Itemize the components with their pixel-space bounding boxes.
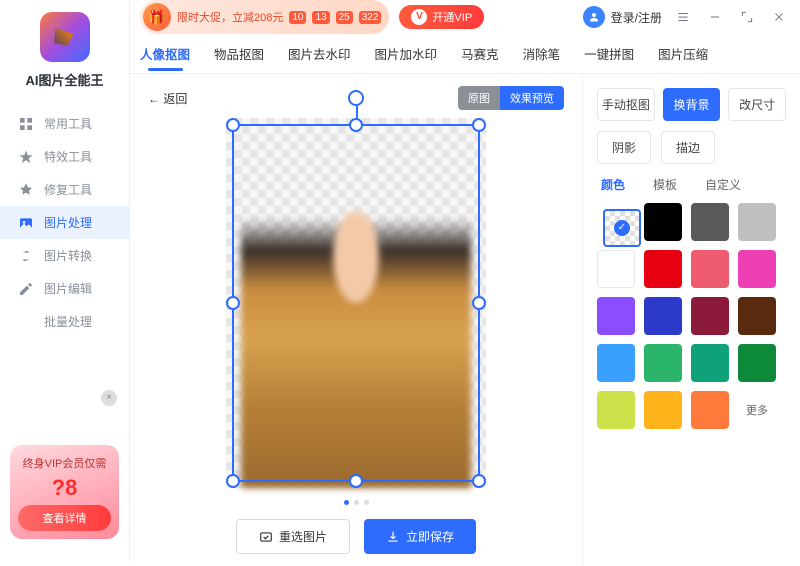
- color-swatch[interactable]: [738, 203, 776, 241]
- countdown-3: 322: [359, 11, 382, 24]
- app-logo: [40, 12, 90, 62]
- subtab-color[interactable]: 颜色: [601, 176, 625, 193]
- color-swatch[interactable]: [691, 250, 729, 288]
- handle-b[interactable]: [349, 474, 363, 488]
- chip-manual-cutout[interactable]: 手动抠图: [597, 88, 655, 121]
- handle-r[interactable]: [472, 296, 486, 310]
- sale-banner[interactable]: 🎁 限时大促，立减208元 10 13 25 322: [140, 0, 389, 34]
- nav-label: 图片编辑: [44, 280, 92, 297]
- tab-object-cutout[interactable]: 物品抠图: [214, 34, 264, 73]
- color-swatches: 更多: [597, 203, 786, 429]
- nav-label: 图片处理: [44, 214, 92, 231]
- color-swatch[interactable]: [738, 250, 776, 288]
- tab-eraser[interactable]: 消除笔: [523, 34, 561, 73]
- nav-image-convert[interactable]: 图片转换: [0, 239, 129, 272]
- color-swatch[interactable]: [644, 203, 682, 241]
- handle-br[interactable]: [472, 474, 486, 488]
- nav-label: 图片转换: [44, 247, 92, 264]
- color-swatch[interactable]: [691, 297, 729, 335]
- maximize-button[interactable]: [736, 6, 758, 28]
- page-dots: [344, 500, 369, 505]
- reselect-image-button[interactable]: 重选图片: [236, 519, 350, 554]
- color-swatch[interactable]: [738, 297, 776, 335]
- more-colors-button[interactable]: 更多: [738, 391, 776, 429]
- tab-portrait-cutout[interactable]: 人像抠图: [140, 34, 190, 73]
- nav-common-tools[interactable]: 常用工具: [0, 107, 129, 140]
- color-swatch[interactable]: [644, 344, 682, 382]
- back-button[interactable]: ← 返回: [148, 90, 187, 107]
- color-swatch[interactable]: [644, 297, 682, 335]
- nav-repair-tools[interactable]: 修复工具: [0, 173, 129, 206]
- minimize-button[interactable]: [704, 6, 726, 28]
- handle-l[interactable]: [226, 296, 240, 310]
- color-swatch[interactable]: [738, 344, 776, 382]
- canvas[interactable]: [226, 118, 486, 488]
- close-promo-icon[interactable]: ×: [101, 390, 117, 406]
- color-swatch[interactable]: [597, 391, 635, 429]
- color-swatch[interactable]: [691, 344, 729, 382]
- sale-text: 限时大促，立减208元: [177, 9, 283, 25]
- view-toggle: 原图 效果预览: [458, 86, 564, 110]
- chip-stroke[interactable]: 描边: [661, 131, 715, 164]
- reselect-label: 重选图片: [279, 528, 327, 545]
- handle-t[interactable]: [349, 118, 363, 132]
- color-swatch[interactable]: [603, 209, 641, 247]
- subtab-template[interactable]: 模板: [653, 176, 677, 193]
- save-label: 立即保存: [406, 528, 454, 545]
- tab-compress[interactable]: 图片压缩: [658, 34, 708, 73]
- nav-image-process[interactable]: 图片处理: [0, 206, 129, 239]
- color-swatch[interactable]: [691, 391, 729, 429]
- nav-label: 修复工具: [44, 181, 92, 198]
- promo-details-button[interactable]: 查看详情: [18, 505, 111, 531]
- rotate-handle[interactable]: [348, 90, 364, 106]
- gift-icon: 🎁: [143, 3, 171, 31]
- subtab-custom[interactable]: 自定义: [705, 176, 741, 193]
- tab-collage[interactable]: 一键拼图: [584, 34, 634, 73]
- tab-remove-watermark[interactable]: 图片去水印: [288, 34, 351, 73]
- chip-shadow[interactable]: 阴影: [597, 131, 651, 164]
- tool-tabs: 人像抠图 物品抠图 图片去水印 图片加水印 马赛克 消除笔 一键拼图 图片压缩: [130, 34, 800, 74]
- login-button[interactable]: 登录/注册: [583, 6, 662, 28]
- handle-tr[interactable]: [472, 118, 486, 132]
- vip-button[interactable]: V 开通VIP: [399, 5, 484, 29]
- color-swatch[interactable]: [644, 391, 682, 429]
- color-swatch[interactable]: [597, 250, 635, 288]
- handle-bl[interactable]: [226, 474, 240, 488]
- selection-box[interactable]: [232, 124, 480, 482]
- login-label: 登录/注册: [611, 9, 662, 26]
- promo-card[interactable]: 终身VIP会员仅需 ?8 查看详情: [10, 445, 119, 539]
- vip-badge-icon: V: [411, 9, 427, 25]
- vip-label: 开通VIP: [432, 9, 472, 25]
- nav-image-edit[interactable]: 图片编辑: [0, 272, 129, 305]
- countdown-0: 10: [289, 11, 306, 24]
- promo-title: 终身VIP会员仅需: [18, 455, 111, 471]
- nav-label: 常用工具: [44, 115, 92, 132]
- view-preview[interactable]: 效果预览: [500, 86, 564, 110]
- nav-batch-process[interactable]: 批量处理: [0, 305, 129, 338]
- nav-label: 批量处理: [44, 313, 92, 330]
- save-button[interactable]: 立即保存: [364, 519, 476, 554]
- promo-price: ?8: [18, 475, 111, 501]
- color-swatch[interactable]: [644, 250, 682, 288]
- nav-effects-tools[interactable]: 特效工具: [0, 140, 129, 173]
- avatar-icon: [583, 6, 605, 28]
- nav-label: 特效工具: [44, 148, 92, 165]
- chip-change-bg[interactable]: 换背景: [663, 88, 721, 121]
- handle-tl[interactable]: [226, 118, 240, 132]
- view-original[interactable]: 原图: [458, 86, 500, 110]
- color-swatch[interactable]: [691, 203, 729, 241]
- app-name: AI图片全能王: [0, 70, 129, 89]
- close-button[interactable]: [768, 6, 790, 28]
- chip-resize[interactable]: 改尺寸: [728, 88, 786, 121]
- color-swatch[interactable]: [597, 344, 635, 382]
- color-swatch[interactable]: [597, 297, 635, 335]
- countdown-1: 13: [312, 11, 329, 24]
- countdown-2: 25: [336, 11, 353, 24]
- tab-mosaic[interactable]: 马赛克: [461, 34, 499, 73]
- tab-add-watermark[interactable]: 图片加水印: [375, 34, 438, 73]
- menu-button[interactable]: [672, 6, 694, 28]
